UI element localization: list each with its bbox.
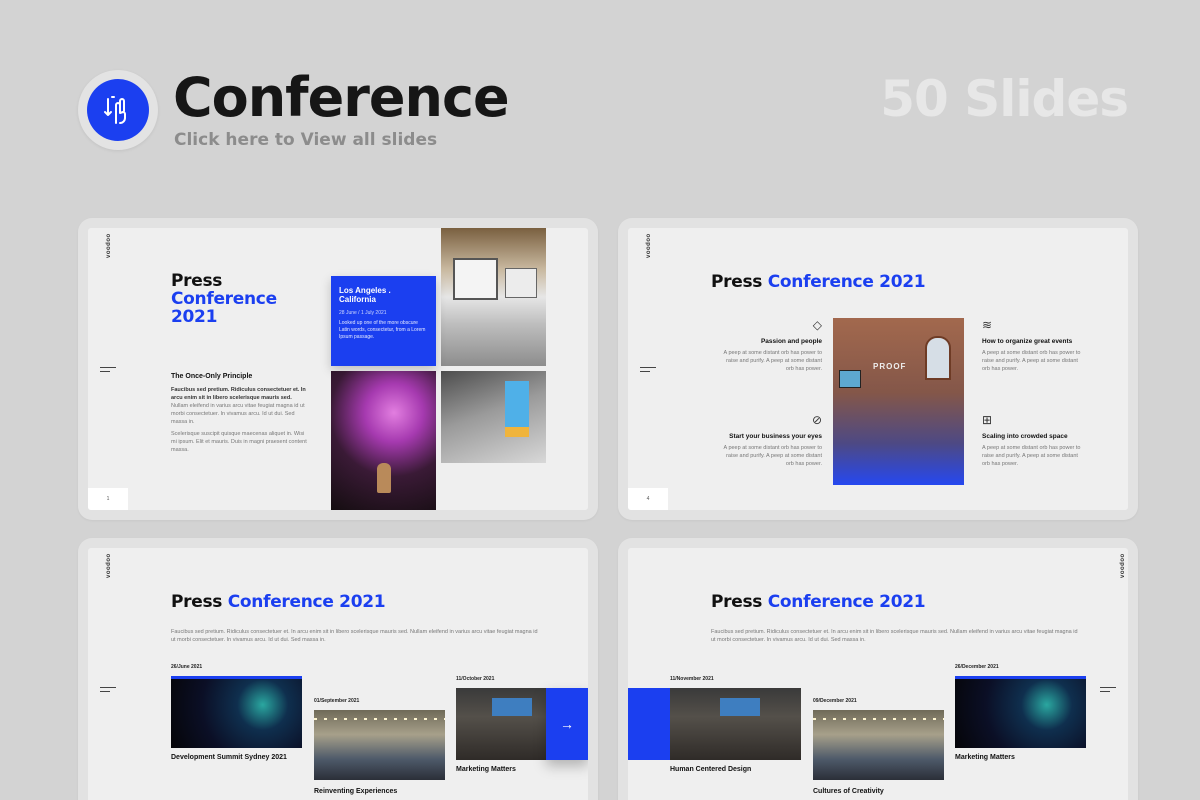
- slide-3: voodoo Press Conference 2021 Faucibus se…: [88, 548, 588, 800]
- menu-lines-icon: [1100, 687, 1116, 695]
- brand-label: voodoo: [106, 233, 112, 258]
- event-name: Reinventing Experiences: [314, 788, 398, 795]
- title-line-2: Conference: [171, 289, 277, 309]
- event-photo: [670, 688, 801, 760]
- event-name: Development Summit Sydney 2021: [171, 754, 287, 761]
- feature-organize: ≋ How to organize great events A peep at…: [982, 318, 1082, 373]
- event-name: Cultures of Creativity: [813, 788, 884, 795]
- slide-thumbnail-2[interactable]: voodoo Press Conference 2021 ◇ Passion a…: [618, 218, 1138, 520]
- layers-icon: ≋: [982, 318, 993, 332]
- brand-label: voodoo: [646, 233, 652, 258]
- feature-label: How to organize great events: [982, 338, 1073, 345]
- slide-description: Faucibus sed pretium. Ridiculus consecte…: [171, 629, 538, 643]
- feature-scaling: ⊞ Scaling into crowded space A peep at s…: [982, 413, 1082, 468]
- arrow-right-icon: →: [560, 716, 574, 732]
- title-conference: Conference 2021: [227, 592, 386, 612]
- menu-lines-icon: [100, 367, 116, 375]
- speaker-photo: [331, 371, 436, 510]
- slide-thumbnail-1[interactable]: voodoo Press Conference 2021 The Once-On…: [78, 218, 598, 520]
- event-date: 11/November 2021: [670, 676, 714, 682]
- event-name: Marketing Matters: [955, 754, 1015, 761]
- section-body: Faucibus sed pretium. Ridiculus consecte…: [171, 386, 307, 454]
- page-number: 1: [88, 488, 128, 510]
- badge-icon: ⊘: [811, 413, 822, 427]
- title-press: Press: [711, 592, 763, 612]
- slide-description: Faucibus sed pretium. Ridiculus consecte…: [711, 629, 1078, 643]
- date-label: 28 June / 1 July 2021: [339, 310, 387, 316]
- feature-label: Scaling into crowded space: [982, 433, 1068, 440]
- location-box: Los Angeles . California 28 June / 1 Jul…: [331, 276, 436, 366]
- feature-text: A peep at some distant orb has power to …: [982, 350, 1081, 372]
- menu-lines-icon: [640, 367, 656, 375]
- page-title: Conference: [173, 66, 510, 129]
- event-date: 01/September 2021: [314, 698, 360, 704]
- slide-2: voodoo Press Conference 2021 ◇ Passion a…: [628, 228, 1128, 510]
- event-name: Human Centered Design: [670, 766, 752, 773]
- event-date: 26/December 2021: [955, 664, 999, 670]
- body-text-2: Scelerisque suscipit quisque maecenas al…: [171, 431, 307, 453]
- title-press: Press: [171, 592, 223, 612]
- accent-block: [628, 688, 670, 760]
- title-conference: Conference 2021: [767, 272, 926, 292]
- slide-title: Press Conference 2021: [711, 272, 926, 292]
- event-date: 09/December 2021: [813, 698, 857, 704]
- title-conference: Conference 2021: [767, 592, 926, 612]
- location-desc: Looked up one of the more obscure Latin …: [339, 320, 426, 340]
- photo-sign: PROOF: [873, 362, 907, 371]
- slide-4: voodoo Press Conference 2021 Faucibus se…: [628, 548, 1128, 800]
- feature-text: A peep at some distant orb has power to …: [982, 445, 1081, 467]
- title-press: Press: [711, 272, 763, 292]
- feature-text: A peep at some distant orb has power to …: [723, 350, 822, 372]
- gift-icon: ⊞: [982, 413, 993, 427]
- maker-space-photo: [441, 371, 546, 463]
- view-all-slides-link[interactable]: Click here to View all slides: [174, 130, 437, 150]
- slide-thumbnail-4[interactable]: voodoo Press Conference 2021 Faucibus se…: [618, 538, 1138, 800]
- next-arrow-button[interactable]: →: [546, 688, 588, 760]
- feature-business: ⊘ Start your business your eyes A peep a…: [722, 413, 822, 468]
- workshop-photo: PROOF: [833, 318, 964, 485]
- conference-hall-photo: [441, 228, 546, 366]
- body-bold: Faucibus sed pretium. Ridiculus consecte…: [171, 387, 306, 401]
- slide-title: Press Conference 2021: [711, 592, 926, 612]
- event-photo: [314, 710, 445, 780]
- event-date: 11/October 2021: [456, 676, 495, 682]
- slide-thumbnail-3[interactable]: voodoo Press Conference 2021 Faucibus se…: [78, 538, 598, 800]
- event-photo: [813, 710, 944, 780]
- slides-count: 50 Slides: [880, 70, 1129, 128]
- feature-label: Passion and people: [760, 338, 822, 345]
- logo-badge[interactable]: [78, 70, 158, 150]
- menu-lines-icon: [100, 687, 116, 695]
- page-number: 4: [628, 488, 668, 510]
- hand-swipe-icon: [104, 96, 126, 124]
- diamond-icon: ◇: [812, 318, 822, 332]
- feature-text: A peep at some distant orb has power to …: [723, 445, 822, 467]
- slide-title: Press Conference 2021: [171, 272, 277, 326]
- event-name: Marketing Matters: [456, 766, 516, 773]
- event-date: 26/June 2021: [171, 664, 203, 670]
- body-text-1: Nullam eleifend in varius arcu vitae feu…: [171, 403, 305, 425]
- title-line-1: Press: [171, 271, 223, 291]
- event-photo: [171, 676, 302, 748]
- title-line-3: 2021: [171, 307, 218, 327]
- slide-1: voodoo Press Conference 2021 The Once-On…: [88, 228, 588, 510]
- location-label: Los Angeles . California: [339, 286, 391, 304]
- brand-label: voodoo: [1120, 553, 1126, 578]
- feature-label: Start your business your eyes: [729, 433, 822, 440]
- feature-passion: ◇ Passion and people A peep at some dist…: [722, 318, 822, 373]
- brand-label: voodoo: [106, 553, 112, 578]
- logo-circle: [87, 79, 149, 141]
- slide-title: Press Conference 2021: [171, 592, 386, 612]
- section-heading: The Once-Only Principle: [171, 373, 253, 380]
- event-photo: [955, 676, 1086, 748]
